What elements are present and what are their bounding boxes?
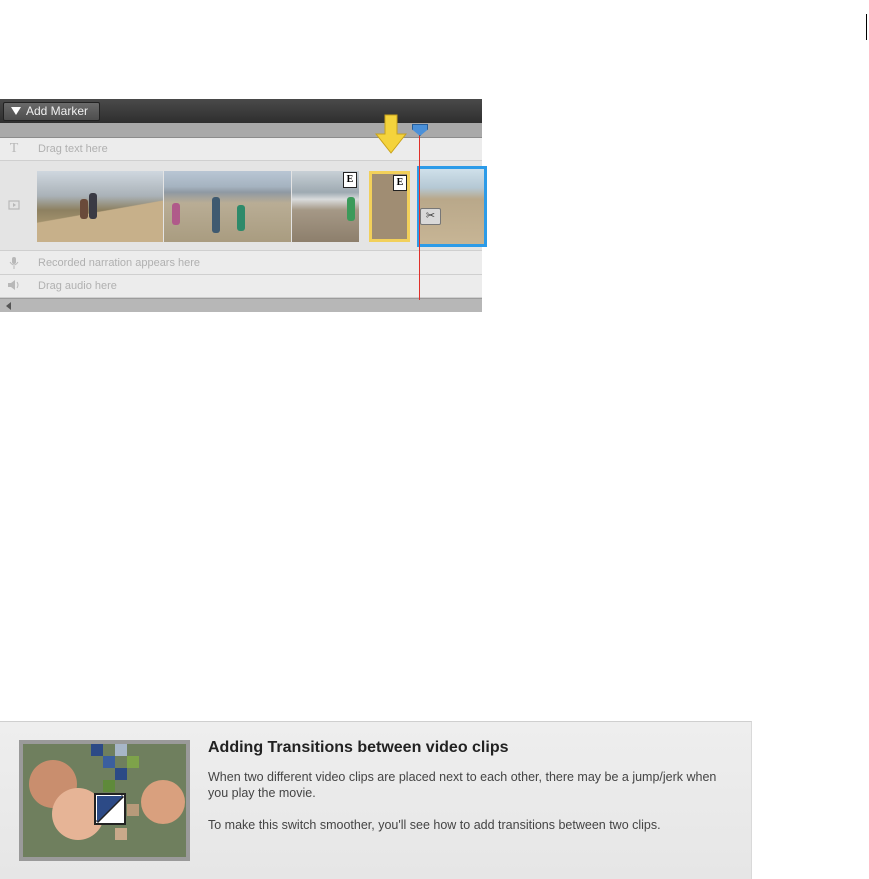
video-clip-1[interactable] [37,171,163,242]
scissors-icon[interactable]: ✂ [420,208,441,225]
audio-track-label: Drag audio here [38,280,117,292]
scroll-left-icon[interactable] [6,302,11,310]
video-clip-4-drop-target[interactable]: E [369,171,410,242]
microphone-icon [7,256,21,270]
clip-person [89,193,97,219]
clip-person [80,199,88,219]
text-icon: T [9,141,19,156]
info-paragraph-1: When two different video clips are place… [208,770,717,800]
timeline-toolbar: Add Marker [0,99,482,123]
triangle-down-icon [11,107,21,115]
add-marker-label: Add Marker [26,104,89,118]
page-edge-rule [866,14,867,40]
narration-track-label: Recorded narration appears here [38,257,201,269]
add-marker-button[interactable]: Add Marker [3,102,100,121]
narration-track[interactable]: Recorded narration appears here [0,251,482,275]
clip-person [212,197,220,233]
transition-preview-image [23,744,186,857]
playhead-line [419,129,420,300]
video-clip-5-selected[interactable] [417,166,487,247]
text-track-label: Drag text here [38,143,108,155]
clip-person [172,203,180,225]
video-track-icon [7,199,21,213]
info-paragraph-2: To make this switch smoother, you'll see… [208,818,661,832]
effect-badge: E [393,175,407,191]
transition-thumbnail [19,740,190,861]
clip-person [347,197,355,221]
drop-arrow-icon [375,114,407,154]
video-clip-2[interactable] [164,171,291,242]
info-title: Adding Transitions between video clips [208,739,509,756]
horizontal-scrollbar[interactable] [0,298,482,312]
timeline-ruler[interactable] [0,123,482,138]
effect-badge: E [343,172,357,188]
video-clip-3[interactable]: E [292,171,359,242]
audio-track[interactable]: Drag audio here [0,275,482,298]
info-box: Adding Transitions between video clips W… [0,721,752,879]
speaker-icon [7,279,21,293]
clip-person [237,205,245,231]
text-track[interactable]: T Drag text here [0,138,482,161]
